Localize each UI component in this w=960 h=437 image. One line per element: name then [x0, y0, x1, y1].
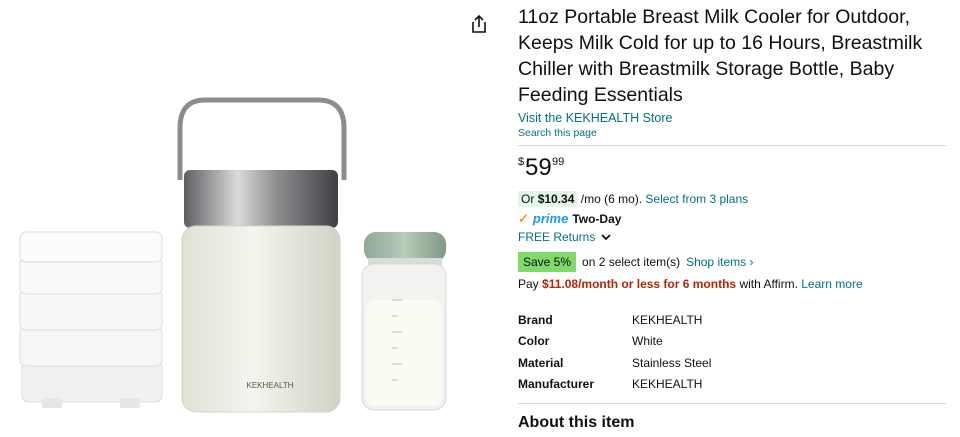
- affirm-pre: Pay: [518, 277, 539, 291]
- prime-delivery: ✓ prime Two-Day: [518, 210, 948, 228]
- shop-items-link[interactable]: Shop items ›: [686, 253, 753, 271]
- table-row: Brand KEKHEALTH: [518, 309, 711, 331]
- returns-row[interactable]: FREE Returns: [518, 228, 948, 246]
- prime-check-icon: ✓: [518, 211, 529, 226]
- table-row: Manufacturer KEKHEALTH: [518, 374, 711, 396]
- about-heading: About this item: [518, 414, 635, 431]
- search-page-link[interactable]: Search this page: [518, 127, 948, 139]
- spec-key: Manufacturer: [518, 377, 595, 392]
- affirm-amount: $11.08/month or less for 6 months: [542, 277, 737, 291]
- delivery-speed: Two-Day: [572, 212, 622, 226]
- plan-suffix: /mo (6 mo).: [580, 192, 643, 206]
- share-button[interactable]: [470, 14, 488, 34]
- store-link[interactable]: Visit the KEKHEALTH Store: [518, 111, 948, 125]
- table-row: Color White: [518, 331, 711, 353]
- ice-pack-stack: [19, 231, 163, 408]
- spec-table: Brand KEKHEALTH Color White Material Stainl…: [518, 309, 711, 395]
- plan-badge: Or $10.34: [518, 191, 578, 207]
- share-icon: [472, 14, 486, 33]
- price-whole: 59: [525, 154, 552, 181]
- spec-value: Stainless Steel: [632, 355, 712, 370]
- product-title: 11oz Portable Breast Milk Cooler for Out…: [518, 6, 923, 106]
- price-fraction: 99: [552, 156, 565, 168]
- plan-amount: $10.34: [537, 192, 575, 206]
- cooler-brand-label: KEKHEALTH: [247, 381, 294, 390]
- divider: [518, 145, 946, 146]
- affirm-row: Pay $11.08/month or less for 6 months wi…: [518, 275, 948, 293]
- learn-more-link[interactable]: Learn more: [801, 277, 862, 291]
- coupon-row: Save 5% on 2 select item(s) Shop items ›: [518, 252, 948, 272]
- spec-key: Brand: [518, 312, 553, 327]
- spec-key: Color: [518, 334, 550, 349]
- cooler-container: KEKHEALTH: [177, 97, 347, 413]
- payment-plan: Or $10.34 /mo (6 mo). Select from 3 plan…: [518, 190, 948, 208]
- product-photo: KEKHEALTH: [19, 97, 447, 413]
- spec-key: Material: [518, 355, 564, 370]
- plan-or: Or: [521, 192, 535, 206]
- coupon-text: on 2 select item(s): [582, 255, 681, 269]
- spec-value: White: [632, 334, 663, 349]
- affirm-post: with Affirm.: [739, 277, 798, 291]
- prime-logo: prime: [532, 211, 569, 226]
- product-details: 11oz Portable Breast Milk Cooler for Out…: [518, 4, 948, 432]
- spec-value: KEKHEALTH: [632, 377, 703, 392]
- save-badge: Save 5%: [518, 252, 577, 272]
- table-row: Material Stainless Steel: [518, 352, 711, 374]
- divider: [518, 403, 946, 404]
- spec-value: KEKHEALTH: [632, 312, 703, 327]
- price-symbol: $: [518, 156, 525, 168]
- product-image[interactable]: KEKHEALTH: [0, 0, 470, 432]
- free-returns-link[interactable]: FREE Returns: [518, 230, 595, 244]
- chevron-down-icon[interactable]: [601, 233, 611, 241]
- select-plans-link[interactable]: Select from 3 plans: [645, 192, 748, 206]
- storage-bottle: [361, 232, 447, 411]
- price: $ 59 99: [518, 154, 948, 182]
